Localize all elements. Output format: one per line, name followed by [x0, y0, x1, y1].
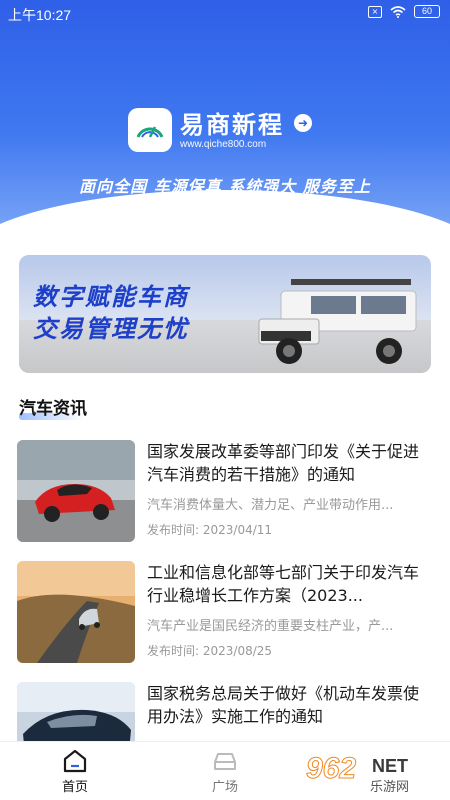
- banner-text: 数字赋能车商 交易管理无忧: [33, 281, 189, 345]
- news-title: 工业和信息化部等七部门关于印发汽车行业稳增长工作方案（2023...: [147, 563, 420, 605]
- brand: 易商新程 www.qiche800.com: [180, 111, 284, 150]
- status-bar: 上午10:27 × 60: [0, 0, 450, 28]
- news-item[interactable]: 国家发展改革委等部门印发《关于促进汽车消费的若干措施》的通知 汽车消费体量大、潜…: [17, 440, 433, 542]
- status-icons: × 60: [368, 5, 440, 18]
- arrow-right-icon[interactable]: ➜: [294, 114, 312, 132]
- nav-home-label: 首页: [61, 780, 88, 795]
- wifi-icon: [390, 5, 406, 18]
- news-thumbnail: [17, 561, 135, 663]
- nav-home[interactable]: 首页: [45, 748, 105, 795]
- watermark-sub: 乐游网: [370, 780, 410, 795]
- home-icon: [63, 749, 87, 773]
- news-summary: 汽车消费体量大、潜力足、产业带动作用...: [147, 498, 394, 513]
- news-title: 国家发展改革委等部门印发《关于促进汽车消费的若干措施》的通知: [147, 442, 420, 484]
- brand-logo-row[interactable]: 易商新程 www.qiche800.com ➜: [128, 108, 312, 152]
- slogan: 面向全国 车源保真 系统强大 服务至上: [79, 177, 371, 196]
- watermark-number: 962: [305, 752, 357, 786]
- section-title: 汽车资讯: [19, 399, 87, 419]
- nav-plaza-label: 广场: [211, 780, 238, 795]
- watermark-net: NET: [372, 756, 408, 776]
- watermark-logo: 962 NET 乐游网: [305, 752, 446, 796]
- brand-name: 易商新程: [180, 110, 284, 139]
- banner-line-2: 交易管理无忧: [33, 315, 189, 343]
- car-icon: [214, 753, 236, 770]
- header-hero: 上午10:27 × 60 易商新程 www.qiche800.com ➜ 面向全…: [0, 0, 450, 240]
- brand-url: www.qiche800.com: [180, 138, 267, 150]
- banner-line-1: 数字赋能车商: [33, 283, 189, 311]
- news-date: 发布时间: 2023/08/25: [147, 644, 273, 658]
- battery-icon: 60: [414, 5, 440, 18]
- news-date: 发布时间: 2023/04/11: [147, 523, 273, 537]
- status-time: 上午10:27: [8, 7, 72, 23]
- promo-banner[interactable]: 数字赋能车商 交易管理无忧: [19, 255, 431, 373]
- news-item[interactable]: 工业和信息化部等七部门关于印发汽车行业稳增长工作方案（2023... 汽车产业是…: [17, 561, 433, 663]
- news-summary: 汽车产业是国民经济的重要支柱产业，产...: [147, 619, 394, 634]
- news-title: 国家税务总局关于做好《机动车发票使用办法》实施工作的通知: [147, 684, 420, 726]
- logo-icon: [128, 108, 172, 152]
- sim-icon: ×: [368, 5, 382, 18]
- nav-plaza[interactable]: 广场: [195, 748, 255, 795]
- suv-car-image: [258, 279, 417, 364]
- news-thumbnail: [17, 440, 135, 542]
